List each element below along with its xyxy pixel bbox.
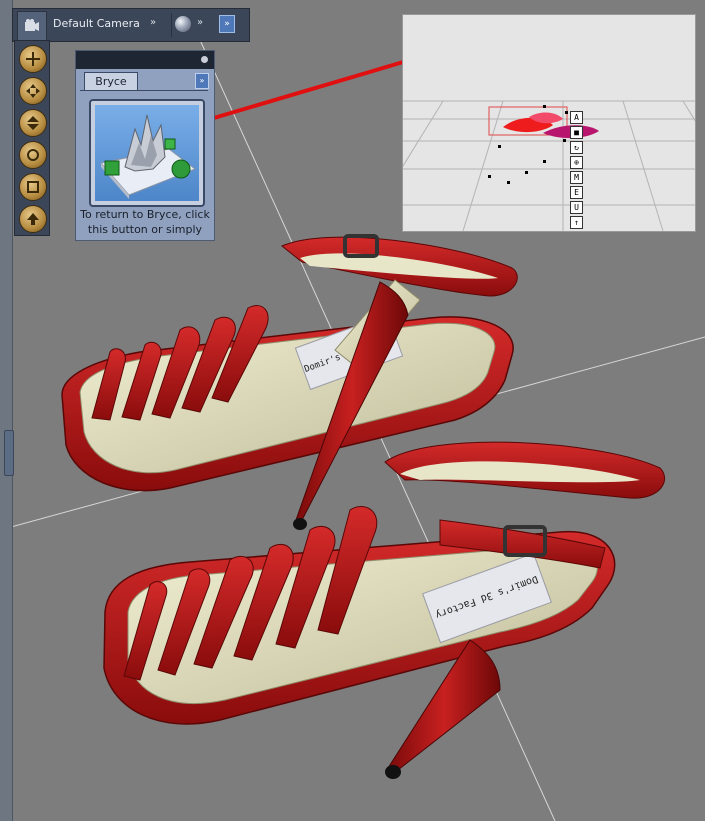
bryce-preview-scene <box>362 100 705 232</box>
frame-icon[interactable] <box>19 173 47 201</box>
panel-menu-button[interactable]: » <box>195 73 209 89</box>
chevron-down-icon[interactable]: » <box>150 17 156 28</box>
tab-bryce[interactable]: Bryce <box>84 72 138 91</box>
panel-titlebar <box>76 51 214 69</box>
camera-controls <box>14 40 50 236</box>
expand-button[interactable]: » <box>219 15 235 33</box>
bryce-preview-inset <box>362 14 705 232</box>
camera-selector[interactable]: Default Camera <box>53 17 140 30</box>
close-icon[interactable] <box>201 56 208 63</box>
return-to-bryce-button[interactable] <box>89 99 205 207</box>
move-y-icon[interactable] <box>19 109 47 137</box>
inset-tool-up[interactable]: ↑ <box>570 216 583 229</box>
3d-viewport[interactable]: Domir's 3d Factory Domir's 3d Factory <box>0 0 705 821</box>
camera-icon[interactable] <box>17 11 47 41</box>
move-xz-icon[interactable] <box>19 77 47 105</box>
rotate-icon[interactable] <box>19 141 47 169</box>
trackball-icon[interactable] <box>19 45 47 73</box>
bryce-inset-tools: A ■ ↻ ⊕ M E U ↑ <box>570 111 583 231</box>
upper-sandal: Domir's 3d Factory <box>61 234 518 530</box>
bryce-thumbnail <box>95 105 199 201</box>
sphere-icon <box>175 16 191 32</box>
lower-sandal: Domir's 3d Factory <box>103 441 666 779</box>
scale-icon[interactable] <box>19 205 47 233</box>
bryce-panel: Bryce » To return to Bryce, click this b… <box>75 50 215 241</box>
annotation-arrow <box>179 48 430 130</box>
inset-tool-u[interactable]: U <box>570 201 583 214</box>
left-collapse-tab[interactable] <box>4 430 14 476</box>
inset-tool-square[interactable]: ■ <box>570 126 583 139</box>
chevron-down-icon[interactable]: » <box>197 17 203 28</box>
bryce-caption: To return to Bryce, click this button or… <box>80 208 210 236</box>
camera-toolbar: Default Camera » » » <box>12 8 250 42</box>
inset-tool-a[interactable]: A <box>570 111 583 124</box>
inset-tool-center[interactable]: ⊕ <box>570 156 583 169</box>
inset-tool-m[interactable]: M <box>570 171 583 184</box>
inset-tool-rotate[interactable]: ↻ <box>570 141 583 154</box>
render-sphere-button[interactable] <box>171 13 196 37</box>
left-edge-panel <box>0 0 13 821</box>
inset-tool-e[interactable]: E <box>570 186 583 199</box>
